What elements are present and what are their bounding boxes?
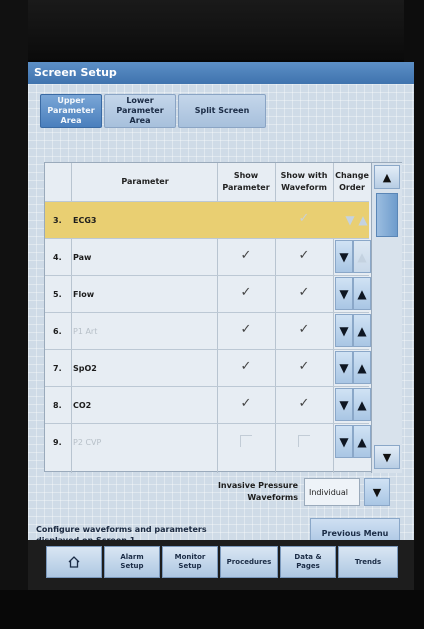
row-number: 3. [53,215,62,225]
monitor-setup-line2: Setup [178,562,202,570]
monitor-setup-button[interactable]: Monitor Setup [162,546,218,578]
scroll-up-button[interactable]: ▲ [374,165,400,189]
row-parameter-name: P2 CVP [73,437,102,447]
move-up-button[interactable]: ▲ [353,351,371,384]
alarm-setup-button[interactable]: Alarm Setup [104,546,160,578]
tab-upper-line2: Parameter Area [47,106,95,125]
tab-split-screen[interactable]: Split Screen [178,94,266,128]
screen: Screen Setup Upper Parameter Area Lower Pa… [28,62,414,590]
table-row[interactable]: 8. CO2 [45,386,369,423]
header-show-parameter: Show Parameter [217,163,275,201]
row-number: 6. [53,326,62,336]
data-pages-line2: Pages [296,562,320,570]
show-waveform-checkbox[interactable] [298,435,310,447]
row-parameter-name: CO2 [73,400,92,410]
tab-lower-line1: Lower [126,96,154,105]
invasive-label-line1: Invasive Pressure [217,481,298,490]
header-show-waveform: Show with Waveform [275,163,333,201]
header-parameter: Parameter [121,177,169,186]
show-waveform-check[interactable]: ✓ [296,396,312,412]
move-down-button[interactable]: ▼ [335,314,353,347]
chevron-down-icon[interactable]: ▼ [364,478,390,506]
move-up-button[interactable]: ▲ [355,203,371,236]
move-up-button[interactable]: ▲ [353,425,371,458]
help-text-line1: Configure waveforms and parameters [36,525,207,534]
header-show-parameter-line2: Parameter [222,183,270,192]
row-parameter-name: Paw [73,252,92,262]
home-icon [68,556,80,568]
row-number: 7. [53,363,62,373]
show-waveform-check[interactable]: ✓ [296,359,312,375]
invasive-label-line2: Waveforms [247,493,298,502]
tab-split-label: Split Screen [194,106,250,115]
alarm-setup-line2: Setup [120,562,144,570]
tab-lower-parameter-area[interactable]: Lower Parameter Area [104,94,176,128]
row-parameter-name: SpO2 [73,363,97,373]
monitor-bezel-left [0,0,28,629]
header-show-waveform-line1: Show with [280,171,328,180]
row-parameter-name: P1 Art [73,326,98,336]
table-row[interactable]: 6. P1 Art [45,312,369,349]
header-change-order: Change Order [333,163,371,201]
monitor-setup-line1: Monitor [174,553,206,561]
move-down-button[interactable]: ▼ [335,388,353,421]
show-parameter-check[interactable]: ✓ [238,285,254,301]
scroll-thumb[interactable] [376,193,398,237]
move-down-button[interactable]: ▼ [335,277,353,310]
move-up-button[interactable]: ▲ [353,240,371,273]
move-down-button[interactable]: ▼ [335,351,353,384]
table-row[interactable]: 3. ECG3 [45,201,369,238]
show-parameter-check[interactable]: ✓ [238,396,254,412]
row-parameter-name: ECG3 [73,215,97,225]
show-parameter-check[interactable]: ✓ [238,359,254,375]
monitor-bezel-bottom [0,590,424,629]
row-number: 9. [53,437,62,447]
table-row[interactable]: 9. P2 CVP [45,423,369,473]
table-row[interactable]: 4. Paw [45,238,369,275]
screen-setup-panel: Upper Parameter Area Lower Parameter Area … [28,84,414,590]
window-title: Screen Setup [28,62,414,84]
tab-upper-parameter-area[interactable]: Upper Parameter Area [40,94,102,128]
row-number: 8. [53,400,62,410]
data-pages-line1: Data & [294,553,322,561]
table-row[interactable]: 5. Flow [45,275,369,312]
header-change-order-line2: Order [339,183,365,192]
parameter-table: Parameter Show Parameter Show with Wavefor… [44,162,402,473]
monitor-bezel-top [0,0,424,60]
data-pages-button[interactable]: Data & Pages [280,546,336,578]
home-button[interactable] [46,546,102,578]
move-down-button[interactable]: ▼ [335,425,353,458]
show-waveform-check[interactable]: ✓ [296,322,312,338]
move-up-button[interactable]: ▲ [353,388,371,421]
table-row[interactable]: 7. SpO2 [45,349,369,386]
move-down-button[interactable]: ▼ [335,240,353,273]
alarm-setup-line1: Alarm [120,553,144,561]
header-show-parameter-line1: Show [233,171,259,180]
row-parameter-name: Flow [73,289,95,299]
tab-upper-line1: Upper [57,96,85,105]
show-parameter-check[interactable]: ✓ [238,248,254,264]
header-change-order-line1: Change [335,171,369,180]
table-scrollbar[interactable]: ▲ ▼ [371,163,402,473]
invasive-pressure-label: Invasive Pressure Waveforms [206,480,298,504]
show-waveform-check[interactable]: ✓ [296,285,312,301]
header-show-waveform-line2: Waveform [281,183,327,192]
move-up-button[interactable]: ▲ [353,314,371,347]
scroll-down-button[interactable]: ▼ [374,445,400,469]
show-waveform-check[interactable]: ✓ [296,211,312,227]
row-number: 4. [53,252,62,262]
procedures-button[interactable]: Procedures [220,546,278,578]
show-parameter-check[interactable]: ✓ [238,322,254,338]
tab-lower-line2: Parameter Area [116,106,164,125]
row-number: 5. [53,289,62,299]
invasive-pressure-select[interactable]: Individual [304,478,360,506]
show-waveform-check[interactable]: ✓ [296,248,312,264]
bottom-navigation-bar: Alarm Setup Monitor Setup Procedures Data … [28,540,414,590]
show-parameter-checkbox[interactable] [240,435,252,447]
move-up-button[interactable]: ▲ [353,277,371,310]
trends-button[interactable]: Trends [338,546,398,578]
